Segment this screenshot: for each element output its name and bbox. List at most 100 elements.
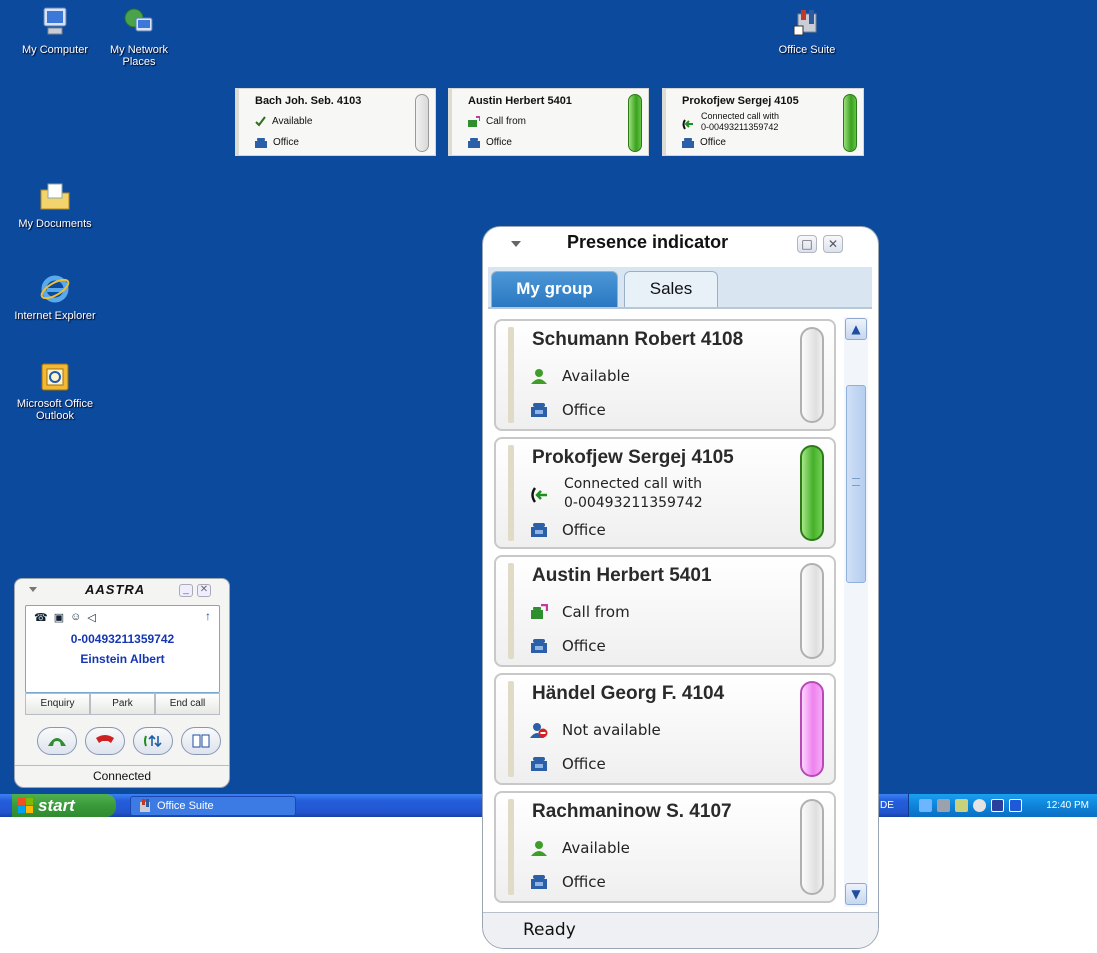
contact-status: Call from xyxy=(562,603,630,621)
contact-location: Office xyxy=(562,401,606,419)
desk-phone-icon xyxy=(682,137,694,148)
contact-name: Rachmaninow S. 4107 xyxy=(532,801,732,822)
desktop-icon-my-documents[interactable]: My Documents xyxy=(13,180,97,230)
phonebook-button[interactable] xyxy=(181,727,221,755)
minimize-button[interactable]: _ xyxy=(179,584,193,597)
desktop-icon-internet-explorer[interactable]: Internet Explorer xyxy=(13,272,97,322)
system-tray: 12:40 PM xyxy=(908,794,1097,817)
maximize-button[interactable]: □ xyxy=(797,235,817,253)
desktop-icon-label: Microsoft Office Outlook xyxy=(16,398,94,422)
tray-presence-icon[interactable] xyxy=(991,799,1004,812)
tile-location: Office xyxy=(700,137,726,148)
arrow-up-icon: ↑ xyxy=(205,609,211,623)
mini-presence-tile[interactable]: Bach Joh. Seb. 4103 Available Office xyxy=(235,88,436,156)
language-indicator[interactable]: DE xyxy=(880,794,894,817)
desktop-icon-my-computer[interactable]: My Computer xyxy=(13,6,97,56)
status-block: Connected call with 0-00493211359742 xyxy=(564,475,703,513)
desk-phone-icon xyxy=(468,137,480,148)
taskbar-item-office-suite[interactable]: Office Suite xyxy=(130,796,296,816)
contact-location: Office xyxy=(562,873,606,891)
desktop-icon-office-suite[interactable]: Office Suite xyxy=(765,6,849,56)
mini-presence-tile[interactable]: Prokofjew Sergej 4105 Connected call wit… xyxy=(662,88,864,156)
handset-icon: ☎ xyxy=(34,612,48,624)
scroll-up-button[interactable]: ▲ xyxy=(845,318,867,340)
office-suite-icon xyxy=(793,10,817,36)
call-controls xyxy=(37,727,221,755)
contact-card[interactable]: Prokofjew Sergej 4105 Connected call wit… xyxy=(494,437,836,549)
desktop-icon-label: My Network Places xyxy=(109,44,169,68)
office-suite-icon xyxy=(140,799,150,812)
desktop-icon-label: My Documents xyxy=(18,218,92,230)
contact-name: Schumann Robert 4108 xyxy=(532,329,744,350)
speaker-icon: ◁ xyxy=(87,612,96,624)
card-handle xyxy=(508,681,514,777)
collapse-icon[interactable] xyxy=(29,587,37,592)
tile-location-row: Office xyxy=(255,137,299,148)
phone-titlebar[interactable]: AASTRA _ ✕ xyxy=(15,579,229,601)
tile-location: Office xyxy=(273,137,299,148)
mini-presence-tile[interactable]: Austin Herbert 5401 Call from Office xyxy=(448,88,649,156)
my-computer-icon xyxy=(43,7,67,35)
tile-status-indicator xyxy=(415,94,429,152)
user-not-available-icon xyxy=(530,723,548,738)
status-indicator xyxy=(800,327,824,423)
scrollbar-thumb[interactable] xyxy=(846,385,866,583)
presence-indicator-window: Presence indicator □ ✕ My group Sales Sc… xyxy=(482,226,879,949)
desktop-icon-network-places[interactable]: My Network Places xyxy=(97,6,181,68)
contact-list: Schumann Robert 4108 Available Office Pr… xyxy=(490,317,836,907)
tab-my-group[interactable]: My group xyxy=(491,271,618,307)
tile-status-row: Call from xyxy=(468,116,526,127)
grip-icon xyxy=(852,478,860,486)
vertical-scrollbar[interactable]: ▲ ▼ xyxy=(844,317,868,907)
tray-office-suite-icon[interactable] xyxy=(937,799,950,812)
status-indicator xyxy=(800,445,824,541)
desk-phone-icon xyxy=(531,875,547,889)
desk-phone-icon xyxy=(531,523,547,537)
transfer-button[interactable] xyxy=(133,727,173,755)
chevron-up-icon: ▲ xyxy=(851,322,861,336)
tab-bar: My group Sales xyxy=(488,267,872,309)
park-button[interactable]: Park xyxy=(90,693,155,715)
card-handle xyxy=(508,799,514,895)
close-button[interactable]: ✕ xyxy=(823,235,843,253)
close-button[interactable]: ✕ xyxy=(197,584,211,597)
enquiry-button[interactable]: Enquiry xyxy=(25,693,90,715)
call-number: 0-00493211359742 xyxy=(70,632,175,646)
contact-card[interactable]: Rachmaninow S. 4107 Available Office xyxy=(494,791,836,903)
card-handle xyxy=(508,563,514,659)
location-row: Office xyxy=(530,637,606,655)
tab-sales[interactable]: Sales xyxy=(624,271,718,307)
tray-phone-icon[interactable] xyxy=(955,799,968,812)
status-indicator xyxy=(800,563,824,659)
line-number-icon: ▣ xyxy=(53,612,65,624)
end-call-button[interactable]: End call xyxy=(155,693,220,715)
chevron-down-icon: ▼ xyxy=(851,887,861,901)
presence-titlebar[interactable]: Presence indicator □ ✕ xyxy=(483,227,878,263)
tile-contact-name: Bach Joh. Seb. 4103 xyxy=(255,95,362,107)
start-button[interactable]: start xyxy=(12,794,116,817)
caller-name: Einstein Albert xyxy=(80,652,165,666)
scroll-down-button[interactable]: ▼ xyxy=(845,883,867,905)
desk-phone-icon xyxy=(255,137,267,148)
phone-window: AASTRA _ ✕ ☎ ▣ ☺ ◁ ↑ 0-00493211359742 Ei… xyxy=(14,578,230,788)
contact-card[interactable]: Austin Herbert 5401 Call from Office xyxy=(494,555,836,667)
my-documents-icon xyxy=(40,183,70,210)
desktop-icon-outlook[interactable]: Microsoft Office Outlook xyxy=(13,360,97,422)
tray-clock-icon[interactable] xyxy=(973,799,986,812)
desk-phone-icon xyxy=(531,403,547,417)
phone-brand-logo: AASTRA xyxy=(85,582,146,597)
contact-name: Austin Herbert 5401 xyxy=(532,565,712,586)
desktop-icon-label: Office Suite xyxy=(778,44,836,56)
answer-call-button[interactable] xyxy=(37,727,77,755)
contact-card[interactable]: Händel Georg F. 4104 Not available Offic… xyxy=(494,673,836,785)
contact-card[interactable]: Schumann Robert 4108 Available Office xyxy=(494,319,836,431)
tile-status: Available xyxy=(272,116,313,127)
tray-play-icon[interactable] xyxy=(1009,799,1022,812)
tile-status-detail: 0-00493211359742 xyxy=(701,122,779,132)
collapse-icon[interactable] xyxy=(511,241,521,247)
hang-up-button[interactable] xyxy=(85,727,125,755)
tray-network-icon[interactable] xyxy=(919,799,932,812)
incoming-call-icon xyxy=(531,604,548,619)
softkey-row: Enquiry Park End call xyxy=(25,693,220,715)
status-row: Not available xyxy=(530,721,661,739)
